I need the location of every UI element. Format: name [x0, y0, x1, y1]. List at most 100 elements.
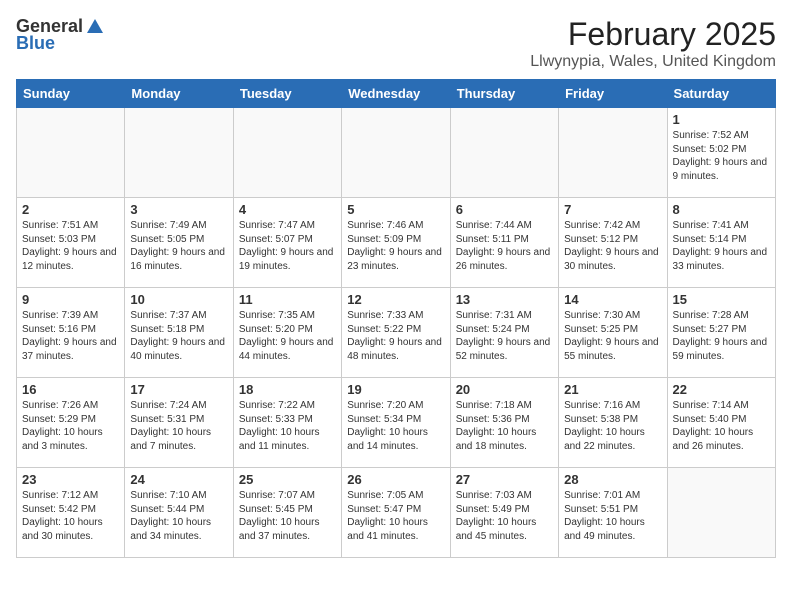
day-number: 14 [564, 292, 661, 307]
day-info: Sunrise: 7:18 AM Sunset: 5:36 PM Dayligh… [456, 399, 553, 453]
calendar-cell: 14 Sunrise: 7:30 AM Sunset: 5:25 PM Dayli… [559, 288, 667, 378]
day-number: 11 [239, 292, 336, 307]
calendar-title: February 2025 [530, 16, 776, 53]
column-header-sunday: Sunday [17, 80, 125, 108]
day-info: Sunrise: 7:44 AM Sunset: 5:11 PM Dayligh… [456, 219, 553, 273]
day-number: 26 [347, 472, 444, 487]
calendar-cell: 28 Sunrise: 7:01 AM Sunset: 5:51 PM Dayli… [559, 468, 667, 558]
calendar-cell: 22 Sunrise: 7:14 AM Sunset: 5:40 PM Dayli… [667, 378, 775, 468]
day-number: 3 [130, 202, 227, 217]
day-info: Sunrise: 7:52 AM Sunset: 5:02 PM Dayligh… [673, 129, 770, 183]
day-number: 20 [456, 382, 553, 397]
calendar-cell: 25Sunrise: 7:07 AM Sunset: 5:45 PM Dayli… [233, 468, 341, 558]
day-number: 28 [564, 472, 661, 487]
calendar-cell: 6 Sunrise: 7:44 AM Sunset: 5:11 PM Daylig… [450, 198, 558, 288]
calendar-cell [125, 108, 233, 198]
calendar-week-row: 1 Sunrise: 7:52 AM Sunset: 5:02 PM Daylig… [17, 108, 776, 198]
day-info: Sunrise: 7:37 AM Sunset: 5:18 PM Dayligh… [130, 309, 227, 363]
calendar-header-row: SundayMondayTuesdayWednesdayThursdayFrid… [17, 80, 776, 108]
calendar-cell: 20 Sunrise: 7:18 AM Sunset: 5:36 PM Dayli… [450, 378, 558, 468]
calendar-cell: 5 Sunrise: 7:46 AM Sunset: 5:09 PM Daylig… [342, 198, 450, 288]
calendar-cell: 3 Sunrise: 7:49 AM Sunset: 5:05 PM Daylig… [125, 198, 233, 288]
day-info: Sunrise: 7:46 AM Sunset: 5:09 PM Dayligh… [347, 219, 444, 273]
day-info: Sunrise: 7:14 AM Sunset: 5:40 PM Dayligh… [673, 399, 770, 453]
column-header-tuesday: Tuesday [233, 80, 341, 108]
day-info: Sunrise: 7:28 AM Sunset: 5:27 PM Dayligh… [673, 309, 770, 363]
calendar-cell: 2Sunrise: 7:51 AM Sunset: 5:03 PM Daylig… [17, 198, 125, 288]
calendar-cell: 13 Sunrise: 7:31 AM Sunset: 5:24 PM Dayli… [450, 288, 558, 378]
calendar-cell: 11 Sunrise: 7:35 AM Sunset: 5:20 PM Dayli… [233, 288, 341, 378]
day-info: Sunrise: 7:30 AM Sunset: 5:25 PM Dayligh… [564, 309, 661, 363]
column-header-monday: Monday [125, 80, 233, 108]
calendar-cell: 7 Sunrise: 7:42 AM Sunset: 5:12 PM Daylig… [559, 198, 667, 288]
calendar-cell: 10 Sunrise: 7:37 AM Sunset: 5:18 PM Dayli… [125, 288, 233, 378]
calendar-cell [342, 108, 450, 198]
day-number: 10 [130, 292, 227, 307]
calendar-cell [17, 108, 125, 198]
day-info: Sunrise: 7:42 AM Sunset: 5:12 PM Dayligh… [564, 219, 661, 273]
column-header-thursday: Thursday [450, 80, 558, 108]
calendar-cell: 21Sunrise: 7:16 AM Sunset: 5:38 PM Dayli… [559, 378, 667, 468]
day-number: 13 [456, 292, 553, 307]
logo-blue: Blue [16, 33, 55, 54]
calendar-cell: 26 Sunrise: 7:05 AM Sunset: 5:47 PM Dayli… [342, 468, 450, 558]
calendar-subtitle: Llwynypia, Wales, United Kingdom [530, 53, 776, 71]
day-number: 17 [130, 382, 227, 397]
calendar-week-row: 2Sunrise: 7:51 AM Sunset: 5:03 PM Daylig… [17, 198, 776, 288]
day-info: Sunrise: 7:39 AM Sunset: 5:16 PM Dayligh… [22, 309, 119, 363]
column-header-friday: Friday [559, 80, 667, 108]
day-number: 19 [347, 382, 444, 397]
day-info: Sunrise: 7:26 AM Sunset: 5:29 PM Dayligh… [22, 399, 119, 453]
day-number: 6 [456, 202, 553, 217]
day-info: Sunrise: 7:16 AM Sunset: 5:38 PM Dayligh… [564, 399, 661, 453]
title-area: February 2025 Llwynypia, Wales, United K… [530, 16, 776, 71]
calendar-cell [450, 108, 558, 198]
day-info: Sunrise: 7:01 AM Sunset: 5:51 PM Dayligh… [564, 489, 661, 543]
calendar-cell: 9 Sunrise: 7:39 AM Sunset: 5:16 PM Daylig… [17, 288, 125, 378]
calendar-cell [667, 468, 775, 558]
day-number: 9 [22, 292, 119, 307]
column-header-wednesday: Wednesday [342, 80, 450, 108]
day-number: 27 [456, 472, 553, 487]
column-header-saturday: Saturday [667, 80, 775, 108]
calendar-week-row: 23 Sunrise: 7:12 AM Sunset: 5:42 PM Dayli… [17, 468, 776, 558]
day-number: 25 [239, 472, 336, 487]
day-info: Sunrise: 7:49 AM Sunset: 5:05 PM Dayligh… [130, 219, 227, 273]
calendar-cell: 12Sunrise: 7:33 AM Sunset: 5:22 PM Dayli… [342, 288, 450, 378]
calendar-cell: 23 Sunrise: 7:12 AM Sunset: 5:42 PM Dayli… [17, 468, 125, 558]
day-number: 1 [673, 112, 770, 127]
day-info: Sunrise: 7:22 AM Sunset: 5:33 PM Dayligh… [239, 399, 336, 453]
calendar-cell: 4 Sunrise: 7:47 AM Sunset: 5:07 PM Daylig… [233, 198, 341, 288]
day-number: 18 [239, 382, 336, 397]
calendar-cell: 17 Sunrise: 7:24 AM Sunset: 5:31 PM Dayli… [125, 378, 233, 468]
day-number: 23 [22, 472, 119, 487]
day-number: 2 [22, 202, 119, 217]
calendar-cell [233, 108, 341, 198]
day-info: Sunrise: 7:47 AM Sunset: 5:07 PM Dayligh… [239, 219, 336, 273]
day-number: 12 [347, 292, 444, 307]
day-info: Sunrise: 7:03 AM Sunset: 5:49 PM Dayligh… [456, 489, 553, 543]
day-info: Sunrise: 7:31 AM Sunset: 5:24 PM Dayligh… [456, 309, 553, 363]
day-number: 22 [673, 382, 770, 397]
calendar-cell: 27 Sunrise: 7:03 AM Sunset: 5:49 PM Dayli… [450, 468, 558, 558]
day-number: 4 [239, 202, 336, 217]
day-number: 5 [347, 202, 444, 217]
day-number: 8 [673, 202, 770, 217]
day-info: Sunrise: 7:05 AM Sunset: 5:47 PM Dayligh… [347, 489, 444, 543]
calendar-table: SundayMondayTuesdayWednesdayThursdayFrid… [16, 79, 776, 558]
logo-icon [85, 17, 105, 37]
calendar-cell: 19 Sunrise: 7:20 AM Sunset: 5:34 PM Dayli… [342, 378, 450, 468]
day-number: 7 [564, 202, 661, 217]
calendar-cell: 24Sunrise: 7:10 AM Sunset: 5:44 PM Dayli… [125, 468, 233, 558]
day-info: Sunrise: 7:41 AM Sunset: 5:14 PM Dayligh… [673, 219, 770, 273]
day-info: Sunrise: 7:35 AM Sunset: 5:20 PM Dayligh… [239, 309, 336, 363]
calendar-cell [559, 108, 667, 198]
day-info: Sunrise: 7:20 AM Sunset: 5:34 PM Dayligh… [347, 399, 444, 453]
day-number: 24 [130, 472, 227, 487]
day-info: Sunrise: 7:24 AM Sunset: 5:31 PM Dayligh… [130, 399, 227, 453]
day-number: 16 [22, 382, 119, 397]
day-info: Sunrise: 7:12 AM Sunset: 5:42 PM Dayligh… [22, 489, 119, 543]
calendar-cell: 18 Sunrise: 7:22 AM Sunset: 5:33 PM Dayli… [233, 378, 341, 468]
calendar-cell: 16 Sunrise: 7:26 AM Sunset: 5:29 PM Dayli… [17, 378, 125, 468]
calendar-cell: 15Sunrise: 7:28 AM Sunset: 5:27 PM Dayli… [667, 288, 775, 378]
